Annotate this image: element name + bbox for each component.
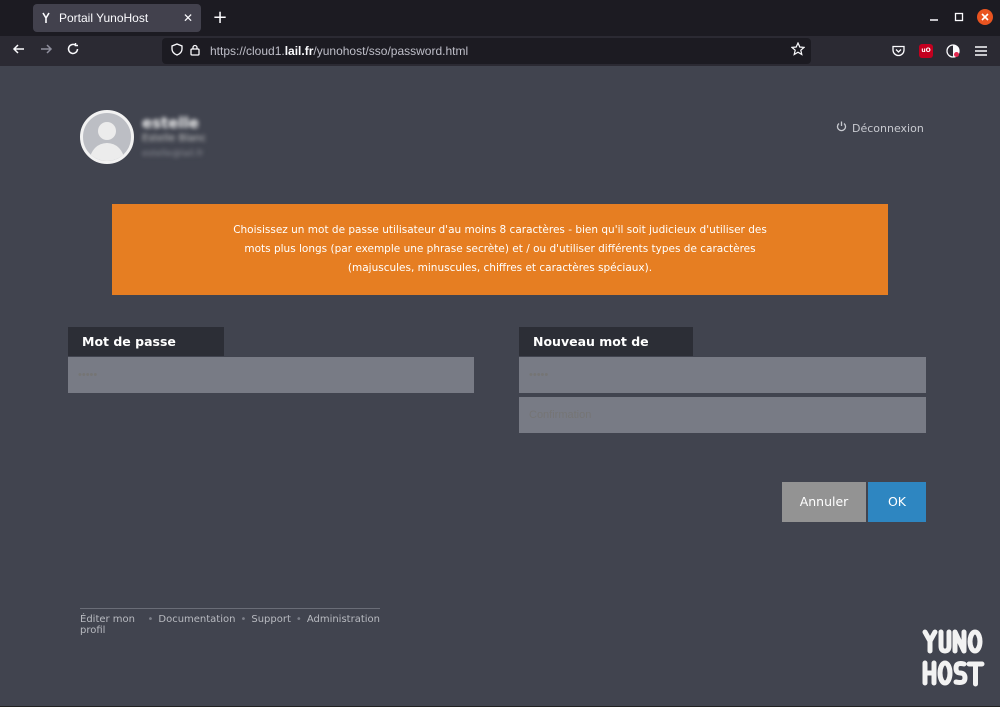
password-hint-alert: Choisissez un mot de passe utilisateur d… — [112, 204, 888, 295]
ublock-origin-icon[interactable]: uO — [918, 43, 934, 59]
confirm-password-input[interactable] — [519, 397, 926, 433]
bookmark-star-icon[interactable] — [785, 41, 811, 60]
administration-link[interactable]: Administration — [307, 614, 380, 636]
new-password-input[interactable] — [519, 357, 926, 393]
footer-separator: • — [295, 614, 302, 625]
maximize-window-icon[interactable] — [949, 8, 969, 26]
user-full-name: Estelle Blanc — [142, 133, 207, 144]
url-bar[interactable]: https://cloud1.lail.fr/yunohost/sso/pass… — [162, 38, 811, 64]
logout-link[interactable]: Déconnexion — [836, 121, 924, 135]
url-path: /yunohost/sso/password.html — [313, 44, 469, 58]
close-window-button[interactable] — [975, 8, 995, 26]
footer-separator: • — [240, 614, 247, 625]
support-link[interactable]: Support — [251, 614, 291, 636]
new-password-label: Nouveau mot de passe — [519, 327, 693, 378]
url-prefix: https://cloud1. — [210, 44, 285, 58]
pocket-icon[interactable] — [890, 43, 906, 59]
tab-close-icon[interactable]: ✕ — [183, 11, 193, 25]
browser-tab-bar: Portail YunoHost ✕ + — [0, 0, 1000, 36]
edit-profile-link[interactable]: Éditer mon profil — [80, 614, 142, 636]
avatar — [80, 110, 134, 164]
power-icon — [836, 121, 847, 135]
ok-button[interactable]: OK — [868, 482, 926, 522]
footer-links: Éditer mon profil • Documentation • Supp… — [80, 608, 380, 636]
yunohost-favicon-icon — [41, 12, 51, 24]
back-icon[interactable] — [8, 40, 30, 62]
documentation-link[interactable]: Documentation — [158, 614, 235, 636]
cancel-button[interactable]: Annuler — [782, 482, 866, 522]
portal-page: estelle Estelle Blanc estelle@lail.fr Dé… — [0, 66, 1000, 707]
footer-separator: • — [147, 614, 154, 625]
logout-label: Déconnexion — [852, 121, 924, 135]
reload-icon[interactable] — [62, 40, 84, 62]
url-domain: lail.fr — [284, 44, 314, 58]
avatar-head-shape — [98, 122, 116, 140]
tab-title: Portail YunoHost — [59, 11, 149, 25]
current-password-input[interactable] — [68, 357, 474, 393]
shield-icon[interactable] — [168, 43, 186, 59]
ublock-badge: uO — [919, 44, 933, 58]
avatar-body-shape — [90, 143, 124, 161]
user-email: estelle@lail.fr — [142, 149, 204, 159]
current-password-label: Mot de passe actuel — [68, 327, 224, 378]
browser-nav-bar: https://cloud1.lail.fr/yunohost/sso/pass… — [0, 36, 1000, 66]
url-text[interactable]: https://cloud1.lail.fr/yunohost/sso/pass… — [210, 44, 785, 58]
minimize-window-icon[interactable] — [924, 8, 944, 26]
extension-icon[interactable] — [945, 43, 961, 59]
hamburger-menu-icon[interactable] — [973, 43, 989, 59]
yunohost-logo — [920, 627, 986, 691]
browser-tab[interactable]: Portail YunoHost ✕ — [33, 4, 201, 32]
forward-icon[interactable] — [35, 40, 57, 62]
close-window-icon — [977, 9, 993, 25]
lock-icon[interactable] — [186, 44, 204, 59]
username: estelle — [142, 114, 199, 132]
new-tab-button[interactable]: + — [210, 7, 230, 29]
